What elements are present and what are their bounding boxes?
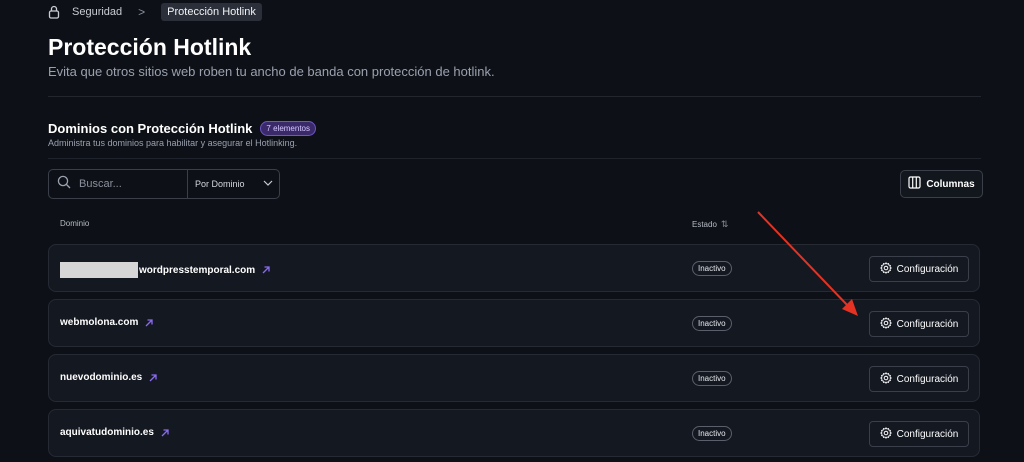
configuration-button-label: Configuración (896, 428, 959, 440)
count-badge: 7 elementos (260, 121, 317, 136)
configuration-button[interactable]: Configuración (869, 311, 969, 337)
gear-icon (879, 316, 892, 332)
search-filter-group: Por Dominio (48, 169, 280, 199)
configuration-button[interactable]: Configuración (869, 256, 969, 282)
configuration-button-label: Configuración (896, 318, 959, 330)
domain-link[interactable]: nuevodominio.es (60, 372, 158, 383)
external-link-icon[interactable] (160, 428, 170, 438)
domain-link[interactable]: aquivatudominio.es (60, 427, 170, 438)
columns-icon (908, 176, 921, 192)
column-header-status[interactable]: Estado ⇅ (692, 219, 728, 230)
filter-select[interactable]: Por Dominio (187, 170, 279, 198)
section-header: Dominios con Protección Hotlink 7 elemen… (48, 121, 317, 136)
page-subtitle: Evita que otros sitios web roben tu anch… (48, 64, 495, 79)
page-title: Protección Hotlink (48, 34, 252, 60)
external-link-icon[interactable] (261, 265, 271, 275)
domain-name: nuevodominio.es (60, 372, 143, 383)
status-badge: Inactivo (692, 426, 732, 441)
configuration-button-label: Configuración (896, 263, 959, 275)
section-title: Dominios con Protección Hotlink (48, 121, 253, 136)
sort-icon[interactable]: ⇅ (721, 219, 729, 230)
redacted-block (60, 262, 138, 278)
search-input[interactable] (77, 177, 181, 191)
lock-icon (48, 4, 62, 20)
search-icon (57, 175, 71, 194)
status-badge: Inactivo (692, 316, 732, 331)
chevron-down-icon (263, 179, 273, 189)
table-row: aquivatudominio.es Inactivo Configuració… (48, 409, 980, 457)
domain-name: webmolona.com (60, 317, 139, 328)
column-header-domain-label: Dominio (60, 219, 90, 228)
column-header-status-label: Estado (692, 220, 717, 229)
table-row: wordpresstemporal.com Inactivo Configura… (48, 244, 980, 292)
divider (48, 158, 981, 159)
gear-icon (879, 261, 892, 277)
columns-button[interactable]: Columnas (900, 170, 983, 198)
gear-icon (879, 426, 892, 442)
external-link-icon[interactable] (148, 373, 158, 383)
gear-icon (879, 371, 892, 387)
search-box[interactable] (49, 170, 187, 198)
domain-link[interactable]: webmolona.com (60, 317, 154, 328)
configuration-button[interactable]: Configuración (869, 421, 969, 447)
table-row: nuevodominio.es Inactivo Configuración (48, 354, 980, 402)
breadcrumb: Seguridad > Protección Hotlink (48, 2, 262, 22)
breadcrumb-parent[interactable]: Seguridad (72, 6, 122, 18)
section-subtitle: Administra tus dominios para habilitar y… (48, 138, 298, 148)
configuration-button-label: Configuración (896, 373, 959, 385)
filter-select-label: Por Dominio (195, 179, 245, 189)
status-badge: Inactivo (692, 371, 732, 386)
table-row: webmolona.com Inactivo Configuración (48, 299, 980, 347)
domain-name: wordpresstemporal.com (139, 264, 256, 276)
configuration-button[interactable]: Configuración (869, 366, 969, 392)
column-header-domain: Dominio (60, 219, 89, 228)
status-badge: Inactivo (692, 261, 732, 276)
domain-link[interactable]: wordpresstemporal.com (60, 262, 271, 278)
breadcrumb-current: Protección Hotlink (161, 3, 262, 21)
domain-name: aquivatudominio.es (60, 427, 154, 438)
chevron-right-icon: > (138, 5, 146, 19)
divider (48, 96, 981, 97)
columns-button-label: Columnas (926, 178, 975, 190)
external-link-icon[interactable] (144, 318, 154, 328)
